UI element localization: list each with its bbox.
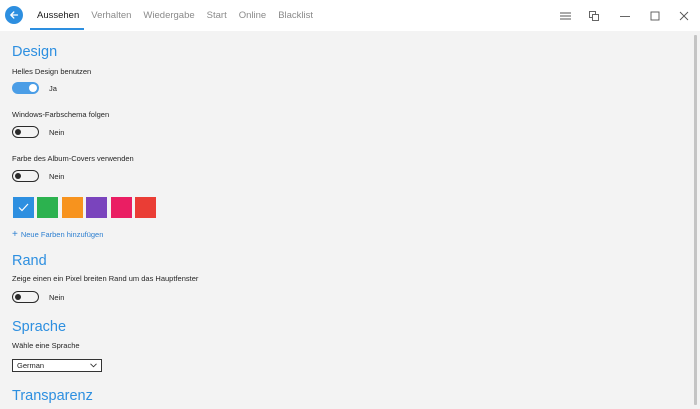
- title-bar: Aussehen Verhalten Wiedergabe Start Onli…: [0, 0, 700, 31]
- color-swatches: [13, 197, 159, 218]
- language-label: Wähle eine Sprache: [12, 341, 80, 350]
- back-arrow-icon: [10, 11, 19, 19]
- border-label: Zeige einen ein Pixel breiten Rand um da…: [12, 274, 199, 283]
- windows-scheme-label: Windows-Farbschema folgen: [12, 110, 110, 119]
- light-design-value: Ja: [49, 84, 57, 93]
- maximize-icon: [650, 11, 660, 20]
- language-select[interactable]: German: [12, 359, 102, 372]
- album-color-toggle[interactable]: [12, 170, 39, 182]
- close-icon: [679, 11, 689, 20]
- light-design-label: Helles Design benutzen: [12, 67, 92, 76]
- language-selected-value: German: [17, 361, 45, 370]
- color-swatch[interactable]: [134, 197, 156, 218]
- maximize-button[interactable]: [641, 0, 669, 31]
- close-button[interactable]: [670, 0, 698, 31]
- hamburger-icon: [559, 12, 571, 19]
- color-swatch[interactable]: [110, 197, 132, 218]
- windows-scheme-toggle[interactable]: [12, 126, 39, 138]
- border-value: Nein: [49, 293, 65, 302]
- mini-player-button[interactable]: [580, 0, 608, 31]
- chevron-down-icon: [90, 363, 97, 368]
- windows-scheme-value: Nein: [49, 128, 65, 137]
- tab-start[interactable]: Start: [207, 0, 227, 31]
- light-design-toggle[interactable]: [12, 82, 39, 94]
- plus-icon: +: [12, 228, 18, 240]
- tab-verhalten[interactable]: Verhalten: [91, 0, 131, 31]
- menu-button[interactable]: [551, 0, 579, 31]
- color-swatch[interactable]: [13, 197, 34, 218]
- color-swatch[interactable]: [61, 197, 83, 218]
- album-color-label: Farbe des Album-Covers verwenden: [12, 154, 134, 163]
- overlay-window-icon: [589, 10, 599, 21]
- minimize-button[interactable]: [611, 0, 639, 31]
- tab-online[interactable]: Online: [239, 0, 266, 31]
- scrollbar[interactable]: [694, 35, 697, 405]
- color-swatch[interactable]: [86, 197, 108, 218]
- section-title-transparenz: Transparenz: [12, 388, 93, 404]
- checkmark-icon: [18, 203, 29, 212]
- tab-bar: Aussehen Verhalten Wiedergabe Start Onli…: [29, 0, 325, 31]
- section-title-rand: Rand: [12, 253, 47, 269]
- section-title-design: Design: [12, 44, 58, 60]
- album-color-value: Nein: [49, 172, 65, 181]
- add-colors-link[interactable]: + Neue Farben hinzufügen: [12, 228, 104, 240]
- minimize-icon: [620, 15, 630, 17]
- border-toggle[interactable]: [12, 291, 39, 303]
- add-colors-label: Neue Farben hinzufügen: [20, 230, 104, 239]
- tab-blacklist[interactable]: Blacklist: [278, 0, 313, 31]
- tab-wiedergabe[interactable]: Wiedergabe: [143, 0, 194, 31]
- back-button[interactable]: [5, 6, 23, 24]
- tab-aussehen[interactable]: Aussehen: [29, 0, 85, 31]
- section-title-sprache: Sprache: [12, 319, 67, 335]
- color-swatch[interactable]: [37, 197, 59, 218]
- settings-content: Design Helles Design benutzen Ja Windows…: [0, 31, 700, 409]
